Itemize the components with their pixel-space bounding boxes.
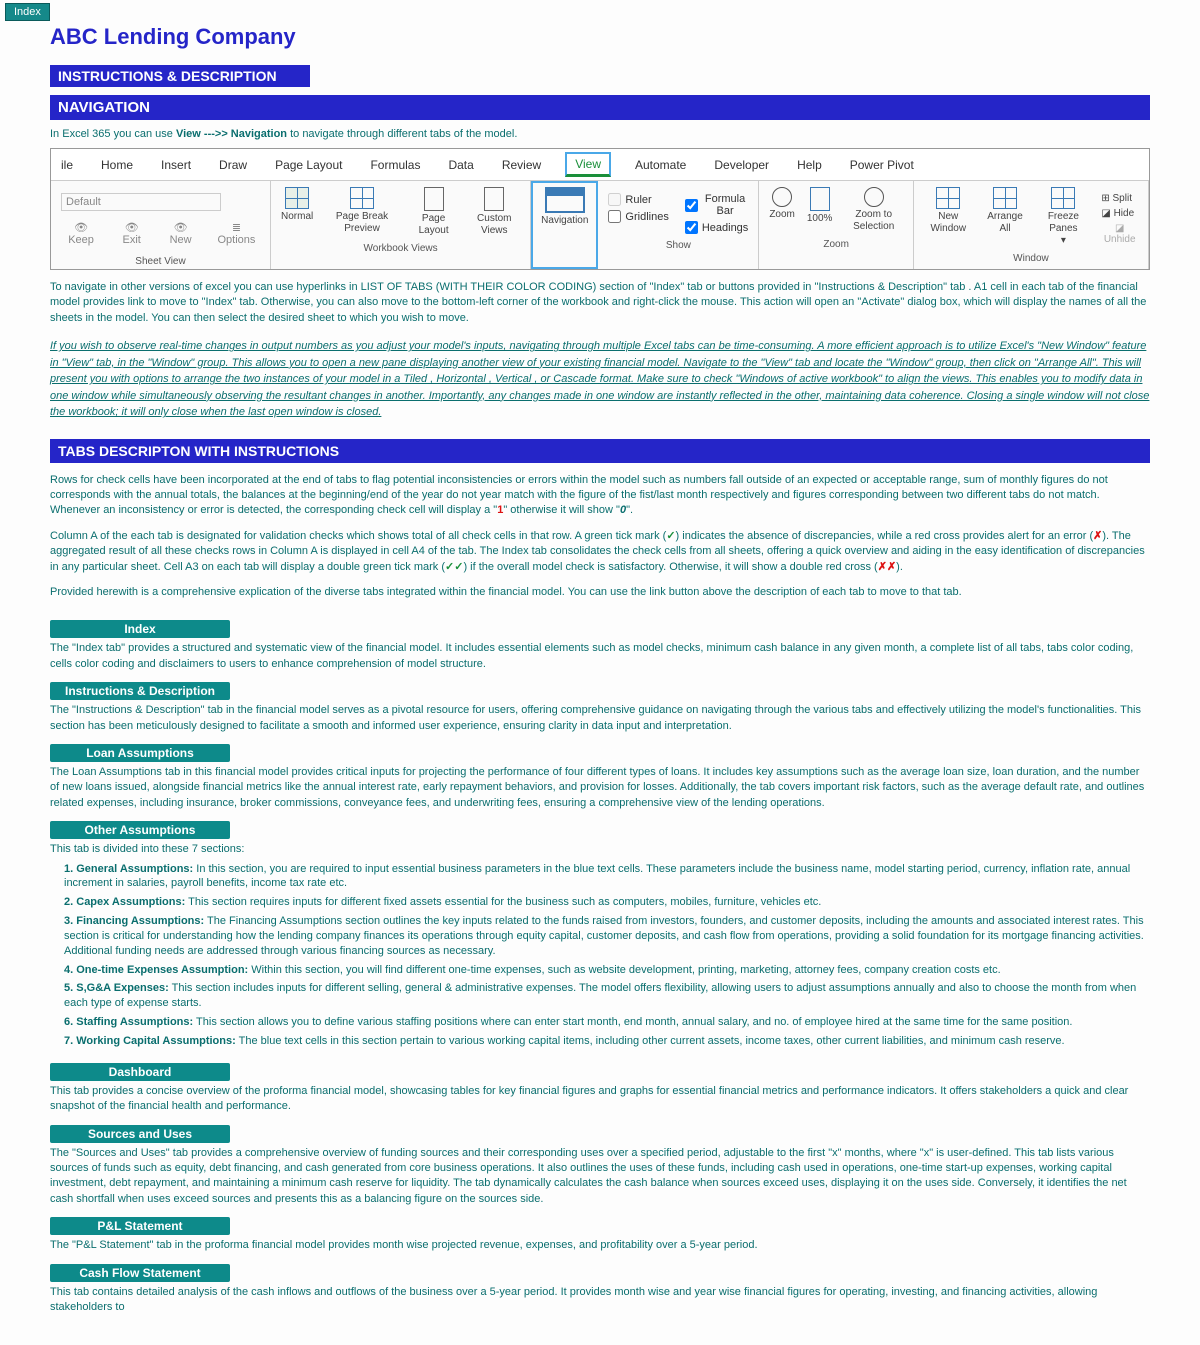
checks-p1: Rows for check cells have been incorpora… bbox=[50, 473, 1150, 519]
tab-formulas[interactable]: Formulas bbox=[366, 155, 424, 175]
nav-intro: In Excel 365 you can use View --->> Navi… bbox=[50, 128, 1150, 140]
page-container: ABC Lending Company INSTRUCTIONS & DESCR… bbox=[0, 24, 1200, 1345]
index-tab-button[interactable]: Index bbox=[5, 3, 50, 21]
btn-new-window[interactable]: New Window bbox=[924, 187, 973, 235]
italic-tip: If you wish to observe real-time changes… bbox=[50, 338, 1150, 421]
pill-index[interactable]: Index bbox=[50, 620, 230, 638]
group-sheet-view: Default 👁 Keep 👁 Exit 👁 New ≣ Options Sh… bbox=[51, 181, 271, 269]
pill-sources[interactable]: Sources and Uses bbox=[50, 1125, 230, 1143]
btn-hide[interactable]: ◪ Hide bbox=[1101, 208, 1134, 219]
chk-formula-bar[interactable]: Formula Bar bbox=[685, 193, 748, 217]
sheetview-default[interactable]: Default bbox=[61, 193, 221, 211]
tab-view[interactable]: View bbox=[565, 152, 611, 177]
group-show: Ruler Gridlines Formula Bar Headings Sho… bbox=[598, 181, 759, 269]
tab-data[interactable]: Data bbox=[444, 155, 477, 175]
sv-keep[interactable]: 👁 Keep bbox=[61, 221, 101, 246]
pill-loan[interactable]: Loan Assumptions bbox=[50, 744, 230, 762]
tab-home[interactable]: Home bbox=[97, 155, 137, 175]
desc-index: The "Index tab" provides a structured an… bbox=[50, 641, 1150, 672]
btn-zoom[interactable]: Zoom bbox=[769, 187, 795, 221]
group-zoom: Zoom 100% Zoom to Selection Zoom bbox=[759, 181, 914, 269]
btn-custom-views[interactable]: Custom Views bbox=[468, 187, 520, 237]
chk-headings[interactable]: Headings bbox=[685, 221, 748, 234]
sv-options[interactable]: ≣ Options bbox=[213, 221, 260, 246]
btn-zoom-sel[interactable]: Zoom to Selection bbox=[844, 187, 902, 233]
group-window: New Window Arrange All Freeze Panes ▾ ⊞ … bbox=[914, 181, 1149, 269]
checks-p3: Provided herewith is a comprehensive exp… bbox=[50, 585, 1150, 600]
pill-pl[interactable]: P&L Statement bbox=[50, 1217, 230, 1235]
btn-normal[interactable]: Normal bbox=[281, 187, 313, 223]
instructions-bar: INSTRUCTIONS & DESCRIPTION bbox=[50, 65, 310, 87]
desc-pl: The "P&L Statement" tab in the proforma … bbox=[50, 1238, 1150, 1253]
tabs-desc-bar: TABS DESCRIPTON WITH INSTRUCTIONS bbox=[50, 439, 1150, 463]
tab-developer[interactable]: Developer bbox=[710, 155, 773, 175]
btn-freeze-panes[interactable]: Freeze Panes ▾ bbox=[1037, 187, 1089, 247]
btn-page-layout[interactable]: Page Layout bbox=[411, 187, 457, 237]
tab-automate[interactable]: Automate bbox=[631, 155, 690, 175]
pill-instructions[interactable]: Instructions & Description bbox=[50, 682, 230, 700]
desc-loan: The Loan Assumptions tab in this financi… bbox=[50, 765, 1150, 811]
company-title: ABC Lending Company bbox=[50, 24, 1150, 50]
ribbon-tabs: ile Home Insert Draw Page Layout Formula… bbox=[51, 149, 1149, 181]
tab-file[interactable]: ile bbox=[57, 155, 77, 175]
checks-p2: Column A of the each tab is designated f… bbox=[50, 529, 1150, 575]
btn-split[interactable]: ⊞ Split bbox=[1101, 193, 1132, 204]
tab-draw[interactable]: Draw bbox=[215, 155, 251, 175]
navigation-bar: NAVIGATION bbox=[50, 95, 1150, 120]
btn-arrange-all[interactable]: Arrange All bbox=[985, 187, 1026, 235]
excel-ribbon: ile Home Insert Draw Page Layout Formula… bbox=[50, 148, 1150, 270]
pill-cf[interactable]: Cash Flow Statement bbox=[50, 1264, 230, 1282]
tab-insert[interactable]: Insert bbox=[157, 155, 195, 175]
tab-page-layout[interactable]: Page Layout bbox=[271, 155, 346, 175]
other-sections: 1. General Assumptions: In this section,… bbox=[50, 862, 1150, 1049]
btn-unhide[interactable]: ◪ Unhide bbox=[1101, 223, 1138, 245]
desc-cf: This tab contains detailed analysis of t… bbox=[50, 1285, 1150, 1316]
desc-other-intro: This tab is divided into these 7 section… bbox=[50, 842, 1150, 857]
btn-page-break[interactable]: Page Break Preview bbox=[325, 187, 399, 235]
btn-navigation[interactable]: Navigation bbox=[541, 187, 588, 227]
sv-exit[interactable]: 👁 Exit bbox=[115, 221, 148, 246]
pill-other[interactable]: Other Assumptions bbox=[50, 821, 230, 839]
sv-new[interactable]: 👁 New bbox=[162, 221, 199, 246]
desc-sources: The "Sources and Uses" tab provides a co… bbox=[50, 1146, 1150, 1208]
tab-power-pivot[interactable]: Power Pivot bbox=[846, 155, 918, 175]
desc-dashboard: This tab provides a concise overview of … bbox=[50, 1084, 1150, 1115]
tab-review[interactable]: Review bbox=[498, 155, 545, 175]
tab-help[interactable]: Help bbox=[793, 155, 826, 175]
chk-gridlines[interactable]: Gridlines bbox=[608, 210, 668, 223]
chk-ruler[interactable]: Ruler bbox=[608, 193, 651, 206]
btn-100[interactable]: 100% bbox=[807, 187, 833, 225]
group-workbook-views: Normal Page Break Preview Page Layout Cu… bbox=[271, 181, 531, 269]
pill-dashboard[interactable]: Dashboard bbox=[50, 1063, 230, 1081]
nav-para: To navigate in other versions of excel y… bbox=[50, 280, 1150, 326]
desc-instructions: The "Instructions & Description" tab in … bbox=[50, 703, 1150, 734]
group-navigation: Navigation bbox=[531, 181, 598, 269]
